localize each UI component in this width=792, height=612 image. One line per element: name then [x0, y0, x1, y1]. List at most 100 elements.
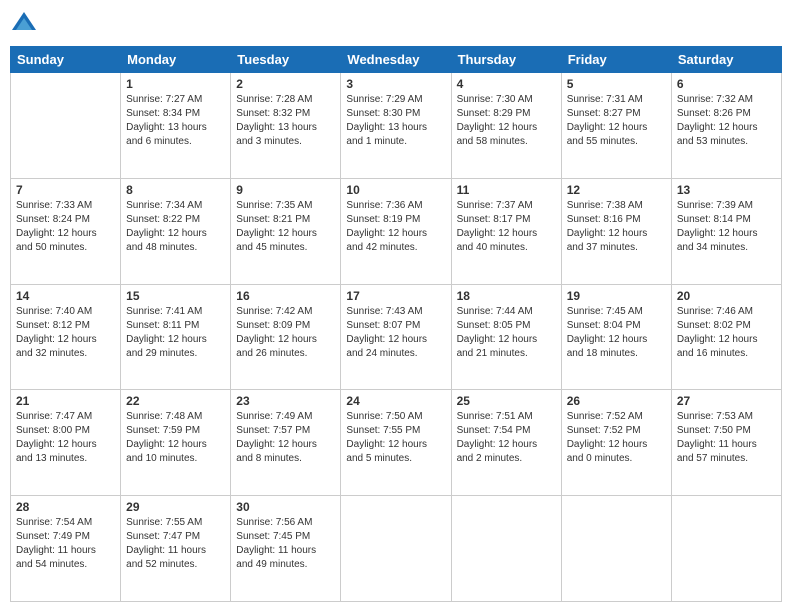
- calendar-week-row: 28 Sunrise: 7:54 AM Sunset: 7:49 PM Dayli…: [11, 496, 782, 602]
- day-number: 30: [236, 500, 335, 514]
- weekday-header-row: SundayMondayTuesdayWednesdayThursdayFrid…: [11, 47, 782, 73]
- calendar-cell: 16 Sunrise: 7:42 AM Sunset: 8:09 PM Dayli…: [231, 284, 341, 390]
- calendar-cell: 6 Sunrise: 7:32 AM Sunset: 8:26 PM Daylig…: [671, 73, 781, 179]
- day-number: 18: [457, 289, 556, 303]
- calendar-cell: 28 Sunrise: 7:54 AM Sunset: 7:49 PM Dayli…: [11, 496, 121, 602]
- day-number: 5: [567, 77, 666, 91]
- calendar-cell: 25 Sunrise: 7:51 AM Sunset: 7:54 PM Dayli…: [451, 390, 561, 496]
- cell-info: Sunrise: 7:41 AM Sunset: 8:11 PM Dayligh…: [126, 305, 225, 361]
- calendar-cell: 13 Sunrise: 7:39 AM Sunset: 8:14 PM Dayli…: [671, 178, 781, 284]
- calendar-cell: 12Sunrise: 7:38 AM Sunset: 8:16 PM Dayli…: [561, 178, 671, 284]
- weekday-header: Saturday: [671, 47, 781, 73]
- calendar-cell: 19 Sunrise: 7:45 AM Sunset: 8:04 PM Dayli…: [561, 284, 671, 390]
- weekday-header: Wednesday: [341, 47, 451, 73]
- cell-info: Sunrise: 7:53 AM Sunset: 7:50 PM Dayligh…: [677, 410, 776, 466]
- calendar-week-row: 7 Sunrise: 7:33 AM Sunset: 8:24 PM Daylig…: [11, 178, 782, 284]
- calendar-cell: [561, 496, 671, 602]
- calendar-cell: [451, 496, 561, 602]
- calendar-week-row: 1 Sunrise: 7:27 AM Sunset: 8:34 PM Daylig…: [11, 73, 782, 179]
- cell-info: Sunrise: 7:45 AM Sunset: 8:04 PM Dayligh…: [567, 305, 666, 361]
- calendar-cell: 21 Sunrise: 7:47 AM Sunset: 8:00 PM Dayli…: [11, 390, 121, 496]
- cell-info: Sunrise: 7:44 AM Sunset: 8:05 PM Dayligh…: [457, 305, 556, 361]
- cell-info: Sunrise: 7:50 AM Sunset: 7:55 PM Dayligh…: [346, 410, 445, 466]
- cell-info: Sunrise: 7:46 AM Sunset: 8:02 PM Dayligh…: [677, 305, 776, 361]
- day-number: 22: [126, 394, 225, 408]
- cell-info: Sunrise: 7:43 AM Sunset: 8:07 PM Dayligh…: [346, 305, 445, 361]
- cell-info: Sunrise: 7:54 AM Sunset: 7:49 PM Dayligh…: [16, 516, 115, 572]
- day-number: 10: [346, 183, 445, 197]
- day-number: 23: [236, 394, 335, 408]
- day-number: 21: [16, 394, 115, 408]
- weekday-header: Sunday: [11, 47, 121, 73]
- calendar-cell: 1 Sunrise: 7:27 AM Sunset: 8:34 PM Daylig…: [121, 73, 231, 179]
- cell-info: Sunrise: 7:29 AM Sunset: 8:30 PM Dayligh…: [346, 93, 445, 149]
- calendar-cell: 3 Sunrise: 7:29 AM Sunset: 8:30 PM Daylig…: [341, 73, 451, 179]
- calendar-cell: 14 Sunrise: 7:40 AM Sunset: 8:12 PM Dayli…: [11, 284, 121, 390]
- day-number: 26: [567, 394, 666, 408]
- day-number: 17: [346, 289, 445, 303]
- cell-info: Sunrise: 7:49 AM Sunset: 7:57 PM Dayligh…: [236, 410, 335, 466]
- calendar-cell: 2 Sunrise: 7:28 AM Sunset: 8:32 PM Daylig…: [231, 73, 341, 179]
- cell-info: Sunrise: 7:47 AM Sunset: 8:00 PM Dayligh…: [16, 410, 115, 466]
- calendar-cell: 15 Sunrise: 7:41 AM Sunset: 8:11 PM Dayli…: [121, 284, 231, 390]
- calendar-cell: 23 Sunrise: 7:49 AM Sunset: 7:57 PM Dayli…: [231, 390, 341, 496]
- cell-info: Sunrise: 7:38 AM Sunset: 8:16 PM Dayligh…: [567, 199, 666, 255]
- cell-info: Sunrise: 7:36 AM Sunset: 8:19 PM Dayligh…: [346, 199, 445, 255]
- calendar-cell: 18 Sunrise: 7:44 AM Sunset: 8:05 PM Dayli…: [451, 284, 561, 390]
- page: SundayMondayTuesdayWednesdayThursdayFrid…: [0, 0, 792, 612]
- cell-info: Sunrise: 7:27 AM Sunset: 8:34 PM Dayligh…: [126, 93, 225, 149]
- cell-info: Sunrise: 7:39 AM Sunset: 8:14 PM Dayligh…: [677, 199, 776, 255]
- cell-info: Sunrise: 7:31 AM Sunset: 8:27 PM Dayligh…: [567, 93, 666, 149]
- day-number: 13: [677, 183, 776, 197]
- weekday-header: Monday: [121, 47, 231, 73]
- calendar-cell: [11, 73, 121, 179]
- calendar-cell: 17 Sunrise: 7:43 AM Sunset: 8:07 PM Dayli…: [341, 284, 451, 390]
- cell-info: Sunrise: 7:40 AM Sunset: 8:12 PM Dayligh…: [16, 305, 115, 361]
- day-number: 15: [126, 289, 225, 303]
- day-number: 27: [677, 394, 776, 408]
- day-number: 24: [346, 394, 445, 408]
- day-number: 28: [16, 500, 115, 514]
- day-number: 14: [16, 289, 115, 303]
- calendar-cell: 11 Sunrise: 7:37 AM Sunset: 8:17 PM Dayli…: [451, 178, 561, 284]
- day-number: 7: [16, 183, 115, 197]
- cell-info: Sunrise: 7:35 AM Sunset: 8:21 PM Dayligh…: [236, 199, 335, 255]
- calendar-week-row: 14 Sunrise: 7:40 AM Sunset: 8:12 PM Dayli…: [11, 284, 782, 390]
- day-number: 11: [457, 183, 556, 197]
- calendar-week-row: 21 Sunrise: 7:47 AM Sunset: 8:00 PM Dayli…: [11, 390, 782, 496]
- cell-info: Sunrise: 7:30 AM Sunset: 8:29 PM Dayligh…: [457, 93, 556, 149]
- day-number: 16: [236, 289, 335, 303]
- calendar-cell: 30 Sunrise: 7:56 AM Sunset: 7:45 PM Dayli…: [231, 496, 341, 602]
- cell-info: Sunrise: 7:33 AM Sunset: 8:24 PM Dayligh…: [16, 199, 115, 255]
- weekday-header: Friday: [561, 47, 671, 73]
- day-number: 1: [126, 77, 225, 91]
- weekday-header: Thursday: [451, 47, 561, 73]
- cell-info: Sunrise: 7:56 AM Sunset: 7:45 PM Dayligh…: [236, 516, 335, 572]
- cell-info: Sunrise: 7:28 AM Sunset: 8:32 PM Dayligh…: [236, 93, 335, 149]
- calendar-table: SundayMondayTuesdayWednesdayThursdayFrid…: [10, 46, 782, 602]
- cell-info: Sunrise: 7:51 AM Sunset: 7:54 PM Dayligh…: [457, 410, 556, 466]
- logo: [10, 10, 40, 38]
- weekday-header: Tuesday: [231, 47, 341, 73]
- calendar-cell: 20 Sunrise: 7:46 AM Sunset: 8:02 PM Dayli…: [671, 284, 781, 390]
- calendar-cell: [341, 496, 451, 602]
- cell-info: Sunrise: 7:37 AM Sunset: 8:17 PM Dayligh…: [457, 199, 556, 255]
- calendar-cell: 5 Sunrise: 7:31 AM Sunset: 8:27 PM Daylig…: [561, 73, 671, 179]
- day-number: 6: [677, 77, 776, 91]
- header: [10, 10, 782, 38]
- day-number: 25: [457, 394, 556, 408]
- calendar-cell: 7 Sunrise: 7:33 AM Sunset: 8:24 PM Daylig…: [11, 178, 121, 284]
- day-number: 20: [677, 289, 776, 303]
- day-number: 9: [236, 183, 335, 197]
- day-number: 19: [567, 289, 666, 303]
- cell-info: Sunrise: 7:42 AM Sunset: 8:09 PM Dayligh…: [236, 305, 335, 361]
- cell-info: Sunrise: 7:32 AM Sunset: 8:26 PM Dayligh…: [677, 93, 776, 149]
- calendar-cell: [671, 496, 781, 602]
- calendar-cell: 10 Sunrise: 7:36 AM Sunset: 8:19 PM Dayli…: [341, 178, 451, 284]
- day-number: 3: [346, 77, 445, 91]
- day-number: 29: [126, 500, 225, 514]
- calendar-cell: 22Sunrise: 7:48 AM Sunset: 7:59 PM Dayli…: [121, 390, 231, 496]
- cell-info: Sunrise: 7:34 AM Sunset: 8:22 PM Dayligh…: [126, 199, 225, 255]
- calendar-cell: 4Sunrise: 7:30 AM Sunset: 8:29 PM Daylig…: [451, 73, 561, 179]
- day-number: 2: [236, 77, 335, 91]
